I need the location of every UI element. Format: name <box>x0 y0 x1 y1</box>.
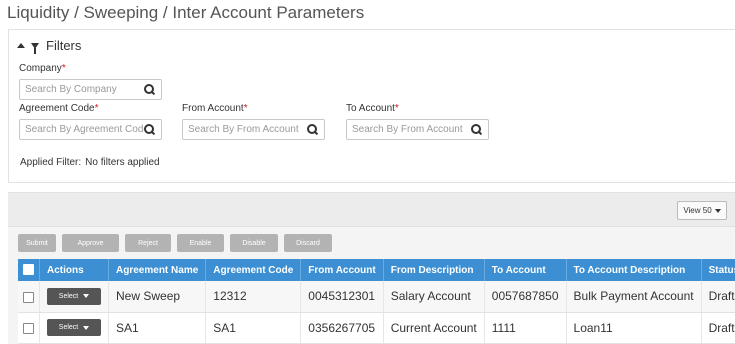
required-asterisk: * <box>394 103 399 114</box>
disable-button[interactable]: Disable <box>230 234 278 252</box>
agreement-code-label: Agreement Code* <box>19 103 99 114</box>
actions-cell: Select <box>39 312 110 344</box>
filters-title: Filters <box>46 38 82 53</box>
reject-button[interactable]: Reject <box>125 234 171 252</box>
from-account-search-input[interactable] <box>183 124 307 135</box>
table-row[interactable]: Select SA1 SA1 0356267705 Current Accoun… <box>18 312 735 344</box>
column-header[interactable]: To Account <box>484 259 567 281</box>
filter-funnel-icon <box>31 42 39 54</box>
search-icon[interactable] <box>144 123 156 136</box>
table-header-row: Actions Agreement Name Agreement Code Fr… <box>18 259 735 281</box>
company-search <box>19 79 162 100</box>
column-header[interactable]: Status <box>701 259 735 281</box>
grid-panel: View 50 Submit Approve Reject Enable Dis… <box>8 192 735 344</box>
view-count-label: View 50 <box>683 206 712 215</box>
row-checkbox-cell <box>18 281 41 313</box>
filters-panel: Filters Company* Agreement Code* From Ac… <box>8 29 735 183</box>
agreement-code-search-input[interactable] <box>20 124 144 135</box>
to-account-description-cell: Loan11 <box>566 312 702 344</box>
submit-button[interactable]: Submit <box>18 234 56 252</box>
required-asterisk: * <box>94 103 99 114</box>
agreement-code-cell: 12312 <box>205 281 302 313</box>
to-account-search-input[interactable] <box>347 124 471 135</box>
approve-button[interactable]: Approve <box>62 234 119 252</box>
applied-filter: Applied Filter: No filters applied <box>20 157 160 168</box>
search-icon[interactable] <box>144 83 156 96</box>
caret-down-icon <box>83 325 90 330</box>
column-header[interactable]: To Account Description <box>566 259 702 281</box>
to-account-description-cell: Bulk Payment Account <box>566 281 702 313</box>
row-checkbox-cell <box>18 312 41 344</box>
column-header[interactable]: Agreement Name <box>108 259 207 281</box>
from-account-search <box>182 119 325 140</box>
company-label: Company* <box>19 63 66 74</box>
column-header: Actions <box>39 259 110 281</box>
search-icon[interactable] <box>307 123 319 136</box>
agreement-code-search <box>19 119 162 140</box>
agreement-code-cell: SA1 <box>205 312 302 344</box>
actions-cell: Select <box>39 281 110 313</box>
select-action-button[interactable]: Select <box>47 319 102 336</box>
company-search-input[interactable] <box>20 84 144 95</box>
collapse-triangle-icon <box>17 43 25 48</box>
caret-down-icon <box>714 208 721 213</box>
from-account-cell: 0356267705 <box>300 312 384 344</box>
agreement-name-cell: SA1 <box>108 312 207 344</box>
row-checkbox[interactable] <box>23 291 34 303</box>
row-checkbox[interactable] <box>23 322 34 334</box>
view-count-dropdown[interactable]: View 50 <box>677 201 727 220</box>
to-account-cell: 1111 <box>484 312 567 344</box>
table-row[interactable]: Select New Sweep 12312 0045312301 Salary… <box>18 281 735 313</box>
select-action-button[interactable]: Select <box>47 287 102 305</box>
required-asterisk: * <box>61 63 66 74</box>
column-header[interactable]: From Description <box>383 259 485 281</box>
from-description-cell: Salary Account <box>383 281 485 313</box>
filters-toggle[interactable]: Filters <box>17 38 82 54</box>
search-icon[interactable] <box>471 123 483 136</box>
discard-button[interactable]: Discard <box>284 234 332 252</box>
to-account-search <box>346 119 489 140</box>
status-cell: Draft <box>701 281 735 313</box>
required-asterisk: * <box>243 103 248 114</box>
column-header[interactable]: Agreement Code <box>205 259 302 281</box>
caret-down-icon <box>83 294 90 299</box>
enable-button[interactable]: Enable <box>177 234 224 252</box>
status-cell: Draft <box>701 312 735 344</box>
from-account-cell: 0045312301 <box>300 281 384 313</box>
applied-filter-label: Applied Filter: <box>20 157 82 168</box>
grid-toolbar <box>8 193 735 227</box>
applied-filter-value: No filters applied <box>85 157 160 168</box>
to-account-label: To Account* <box>346 103 399 114</box>
from-account-label: From Account* <box>182 103 248 114</box>
select-all-checkbox[interactable] <box>23 264 34 276</box>
agreement-name-cell: New Sweep <box>108 281 207 313</box>
page-title: Liquidity / Sweeping / Inter Account Par… <box>7 3 365 22</box>
to-account-cell: 0057687850 <box>484 281 567 313</box>
agreements-table: Actions Agreement Name Agreement Code Fr… <box>18 259 735 344</box>
select-all-header <box>18 259 41 281</box>
from-description-cell: Current Account <box>383 312 485 344</box>
column-header[interactable]: From Account <box>300 259 384 281</box>
